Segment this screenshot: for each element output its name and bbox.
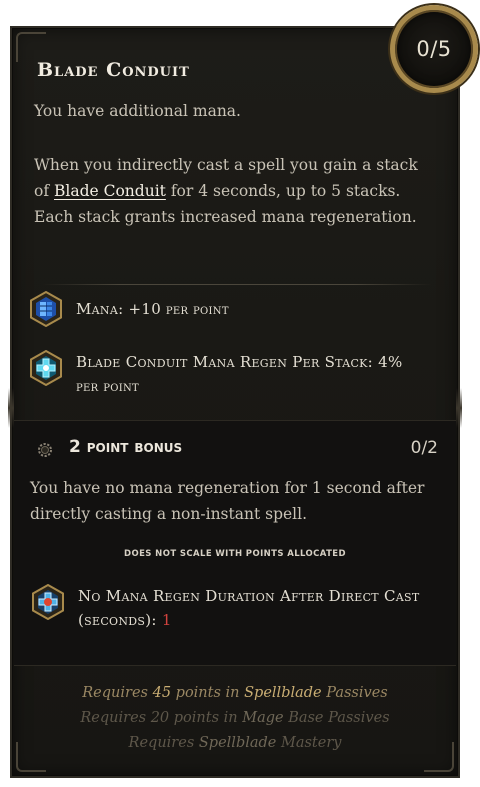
stat-text-no-regen: No Mana Regen Duration After Direct Cast… xyxy=(78,584,434,632)
corner-ornament xyxy=(16,32,46,62)
req-text: in xyxy=(225,685,240,701)
mana-regen-icon xyxy=(30,350,62,386)
stat-text-mana: Mana: +10 per point xyxy=(76,291,229,322)
stat-suffix: per point xyxy=(161,302,229,318)
req-points: 45 xyxy=(152,685,172,701)
requirement-line: Requires 45 points in Spellblade Passive… xyxy=(12,685,458,701)
req-text: in xyxy=(223,710,238,726)
stat-row-mana-regen: Blade Conduit Mana Regen Per Stack: 4% pe… xyxy=(28,350,432,399)
bonus-count: 0/2 xyxy=(410,438,438,458)
blade-conduit-link[interactable]: Blade Conduit xyxy=(54,182,166,200)
req-text: points xyxy=(171,685,226,701)
req-text: Requires xyxy=(82,685,153,701)
points-counter: 0/5 xyxy=(416,37,452,61)
point-bonus-panel: 2 point bonus 0/2 You have no mana regen… xyxy=(14,420,456,666)
req-tree: Spellblade xyxy=(239,685,327,701)
no-regen-icon xyxy=(32,584,64,620)
bonus-title: 2 point bonus xyxy=(69,437,183,457)
divider xyxy=(42,284,432,285)
passive-effect-description: When you indirectly cast a spell you gai… xyxy=(34,152,434,230)
bonus-description: You have no mana regeneration for 1 seco… xyxy=(30,479,425,523)
mana-icon xyxy=(30,291,62,327)
stat-label: Blade Conduit Mana Regen Per Stack: 4% xyxy=(76,353,403,371)
stat-suffix: per point xyxy=(76,379,140,395)
points-counter-badge: 0/5 xyxy=(390,5,478,93)
req-text: Requires xyxy=(128,735,199,751)
req-text: Passives xyxy=(326,685,388,701)
req-text: Base Passives xyxy=(288,710,390,726)
passive-tooltip: Blade Conduit You have additional mana. … xyxy=(8,26,462,778)
passive-description: You have additional mana. xyxy=(34,102,241,120)
requirement-line: Requires Spellblade Mastery xyxy=(12,735,458,751)
stat-value: 1 xyxy=(161,611,172,629)
stat-label: No Mana Regen Duration After Direct Cast… xyxy=(78,587,420,629)
stat-row-no-regen: No Mana Regen Duration After Direct Cast… xyxy=(30,584,434,632)
req-text: Mastery xyxy=(276,735,342,751)
stat-row-mana: Mana: +10 per point xyxy=(28,291,229,327)
req-text: Requires 20 points xyxy=(80,710,224,726)
side-ornament xyxy=(456,388,462,428)
stat-label: Mana: +10 xyxy=(76,300,162,318)
req-tree: Mage xyxy=(237,710,289,726)
stat-text-mana-regen: Blade Conduit Mana Regen Per Stack: 4% pe… xyxy=(76,350,432,399)
gear-icon xyxy=(38,443,52,457)
scale-note: Does not scale with points allocated xyxy=(124,549,346,559)
req-tree: Spellblade xyxy=(198,735,277,751)
passive-title: Blade Conduit xyxy=(37,59,190,81)
requirement-line: Requires 20 points in Mage Base Passives xyxy=(12,710,458,726)
